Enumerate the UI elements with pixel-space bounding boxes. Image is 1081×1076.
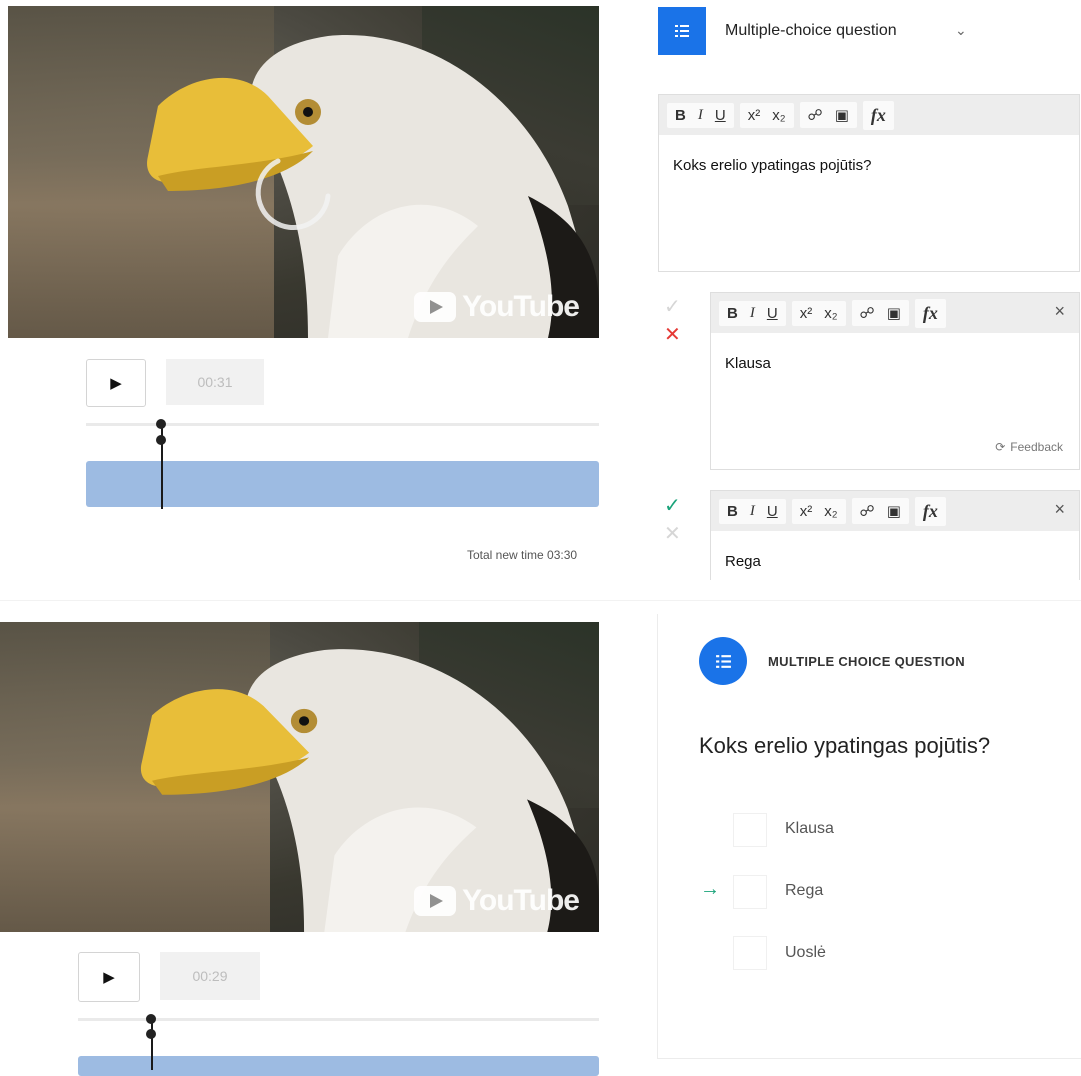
underline-button[interactable]: U	[767, 503, 778, 520]
playhead-handle[interactable]	[156, 435, 166, 445]
link-icon[interactable]: ☍	[808, 106, 823, 124]
answer-editor-2[interactable]: B I U x² x₂ ☍ ▣ fx × Rega	[710, 490, 1080, 580]
timeline-track[interactable]	[86, 461, 599, 507]
italic-button[interactable]: I	[750, 305, 755, 322]
option-checkbox[interactable]	[733, 875, 767, 909]
preview-question-text: Koks erelio ypatingas pojūtis?	[699, 733, 991, 758]
mark-incorrect-icon[interactable]: ✕	[664, 325, 681, 345]
underline-button[interactable]: U	[715, 107, 726, 124]
video-player-top[interactable]: YouTube	[8, 6, 599, 338]
feedback-label: Feedback	[1010, 440, 1063, 454]
arrow-right-icon: →	[700, 878, 720, 900]
panel-divider	[0, 600, 1081, 601]
superscript-button[interactable]: x²	[800, 305, 813, 322]
question-type-label: MULTIPLE CHOICE QUESTION	[768, 654, 965, 669]
option-checkbox[interactable]	[733, 936, 767, 970]
option-label[interactable]: Rega	[785, 882, 823, 900]
total-new-time: Total new time 03:30	[467, 548, 578, 562]
script-group: x² x₂	[791, 498, 846, 524]
current-time: 00:29	[160, 952, 260, 1000]
interaction-marker[interactable]	[146, 1014, 156, 1024]
superscript-button[interactable]: x²	[748, 107, 761, 124]
answer-clip: B I U x² x₂ ☍ ▣ fx × Rega	[710, 490, 1081, 580]
refresh-icon: ⟳	[995, 440, 1006, 454]
video-player-bottom[interactable]: YouTube	[0, 622, 599, 932]
eagle-image	[147, 35, 599, 338]
format-group: B I U	[719, 300, 786, 326]
question-type-icon	[658, 7, 706, 55]
italic-button[interactable]: I	[698, 107, 703, 124]
timeline-track[interactable]	[78, 1056, 599, 1076]
insert-group: ☍ ▣	[851, 498, 909, 524]
youtube-play-icon	[414, 886, 457, 916]
mark-incorrect-icon[interactable]: ✕	[664, 524, 681, 544]
answer-toolbar-2: B I U x² x₂ ☍ ▣ fx	[711, 491, 1079, 531]
answer-toolbar-1: B I U x² x₂ ☍ ▣ fx	[711, 293, 1079, 333]
play-button[interactable]: ▶	[86, 359, 146, 407]
formula-button[interactable]: fx	[871, 105, 886, 126]
underline-button[interactable]: U	[767, 305, 778, 322]
formula-button[interactable]: fx	[923, 501, 938, 522]
playhead-handle[interactable]	[146, 1029, 156, 1039]
play-button[interactable]: ▶	[78, 952, 140, 1002]
question-toolbar: B I U x² x₂ ☍ ▣ fx	[659, 95, 1079, 135]
bold-button[interactable]: B	[727, 503, 738, 520]
feedback-button[interactable]: ⟳ Feedback	[995, 440, 1063, 454]
image-icon[interactable]: ▣	[835, 106, 849, 124]
subscript-button[interactable]: x₂	[824, 503, 837, 520]
play-icon: ▶	[110, 375, 122, 392]
mark-correct-icon[interactable]: ✓	[664, 496, 681, 516]
formula-group: fx	[914, 298, 946, 328]
mark-correct-icon[interactable]: ✓	[664, 297, 681, 317]
link-icon[interactable]: ☍	[860, 502, 875, 520]
superscript-button[interactable]: x²	[800, 503, 813, 520]
current-time: 00:31	[166, 359, 264, 405]
bold-button[interactable]: B	[675, 107, 686, 124]
script-group: x² x₂	[739, 102, 794, 128]
option-checkbox[interactable]	[733, 813, 767, 847]
insert-group: ☍ ▣	[851, 300, 909, 326]
script-group: x² x₂	[791, 300, 846, 326]
list-icon	[675, 25, 689, 37]
formula-group: fx	[914, 496, 946, 526]
bold-button[interactable]: B	[727, 305, 738, 322]
question-editor[interactable]: B I U x² x₂ ☍ ▣ fx Koks erelio ypatingas…	[658, 94, 1080, 272]
list-icon	[715, 654, 731, 668]
subscript-button[interactable]: x₂	[772, 107, 785, 124]
youtube-play-icon	[414, 292, 457, 322]
answer-editor-1[interactable]: B I U x² x₂ ☍ ▣ fx × Klausa ⟳ Feedback	[710, 292, 1080, 470]
timeline-rail[interactable]	[78, 1018, 599, 1021]
italic-button[interactable]: I	[750, 503, 755, 520]
formula-button[interactable]: fx	[923, 303, 938, 324]
youtube-logo: YouTube	[414, 884, 580, 918]
chevron-down-icon[interactable]: ⌄	[955, 22, 967, 39]
play-icon: ▶	[103, 969, 115, 986]
insert-group: ☍ ▣	[799, 102, 857, 128]
formula-group: fx	[862, 100, 894, 130]
format-group: B I U	[667, 102, 734, 128]
answer-text-1[interactable]: Klausa	[725, 355, 771, 372]
image-icon[interactable]: ▣	[887, 502, 901, 520]
question-type-select[interactable]: Multiple-choice question	[725, 22, 897, 40]
option-label[interactable]: Klausa	[785, 820, 834, 838]
youtube-brand-text: YouTube	[462, 884, 580, 917]
subscript-button[interactable]: x₂	[824, 305, 837, 322]
format-group: B I U	[719, 498, 786, 524]
link-icon[interactable]: ☍	[860, 304, 875, 322]
remove-answer-button[interactable]: ×	[1054, 301, 1065, 322]
playhead-line	[151, 1019, 153, 1070]
answer-text-2[interactable]: Rega	[725, 553, 761, 570]
youtube-logo: YouTube	[414, 290, 580, 324]
image-icon[interactable]: ▣	[887, 304, 901, 322]
interaction-marker[interactable]	[156, 419, 166, 429]
remove-answer-button[interactable]: ×	[1054, 499, 1065, 520]
youtube-brand-text: YouTube	[462, 290, 580, 323]
question-type-icon	[699, 637, 747, 685]
question-text[interactable]: Koks erelio ypatingas pojūtis?	[673, 157, 871, 174]
option-label[interactable]: Uoslė	[785, 944, 826, 962]
